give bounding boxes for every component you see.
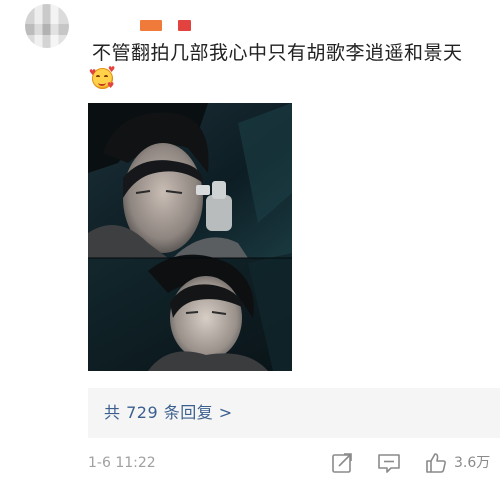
avatar[interactable] [25, 4, 69, 48]
username-redacted-block [140, 20, 162, 31]
replies-box[interactable]: 共 729 条回复 > [88, 388, 500, 438]
like-count: 3.6万 [454, 455, 491, 471]
like-button[interactable]: 3.6万 [424, 451, 500, 475]
timestamp: 1-6 11:22 [88, 455, 156, 471]
comment-text: 不管翻拍几部我心中只有胡歌李逍遥和景天 [92, 42, 463, 64]
emoji-eye [96, 75, 100, 79]
comment-footer: 1-6 11:22 3.6万 [88, 451, 500, 475]
share-button[interactable] [330, 451, 354, 475]
comment-card: 不管翻拍几部我心中只有胡歌李逍遥和景天 ♥ ♥ ♥ 共 729 条回复 > 1-… [0, 0, 500, 487]
emoji-eye [104, 75, 108, 79]
heart-icon: ♥ [107, 81, 115, 90]
heart-icon: ♥ [108, 65, 116, 74]
share-icon [332, 453, 352, 473]
view-replies-link[interactable]: 共 729 条回复 > [104, 401, 233, 425]
photo-collage-illustration [88, 103, 292, 371]
attached-photo[interactable] [88, 103, 292, 371]
avatar-pixelation [25, 4, 69, 48]
heart-eyes-emoji-icon: ♥ ♥ ♥ [89, 65, 116, 90]
user-badge-redacted-block [178, 20, 191, 31]
emoji-mouth [98, 80, 106, 86]
thumbs-up-icon [426, 453, 446, 473]
comment-button[interactable] [376, 451, 402, 475]
comment-icon [378, 454, 400, 473]
